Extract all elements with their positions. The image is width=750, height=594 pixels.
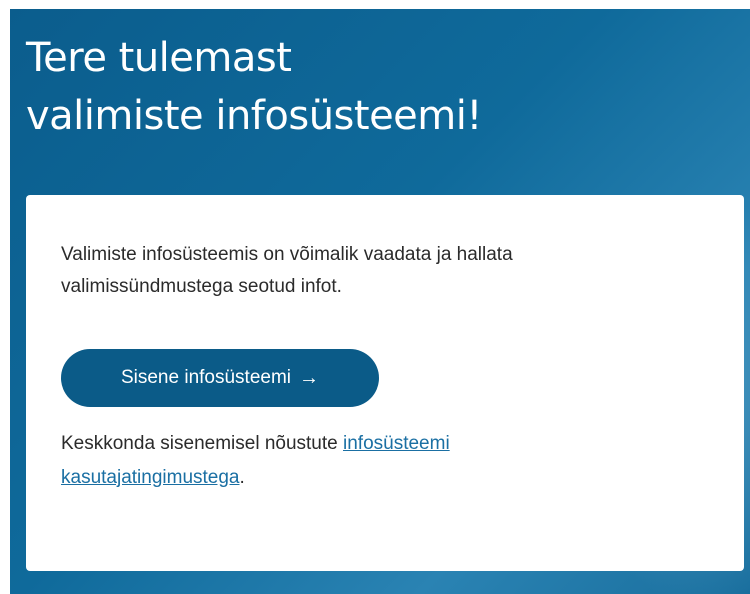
- page-title-line-2: valimiste infosüsteemi!: [26, 93, 482, 139]
- terms-suffix: .: [239, 467, 245, 488]
- intro-text: Valimiste infosüsteemis on võimalik vaad…: [61, 244, 513, 297]
- page-title: Tere tulemast valimiste infosüsteemi!: [26, 29, 482, 145]
- welcome-panel: Tere tulemast valimiste infosüsteemi! Va…: [10, 9, 750, 594]
- info-card: Valimiste infosüsteemis on võimalik vaad…: [26, 195, 744, 571]
- arrow-right-icon: →: [299, 367, 320, 389]
- enter-system-button-label: Sisene infosüsteemi: [120, 367, 292, 388]
- terms-notice: Keskkonda sisenemisel nõustute infosüste…: [61, 427, 621, 495]
- page-title-line-1: Tere tulemast: [26, 35, 292, 81]
- terms-prefix: Keskkonda sisenemisel nõustute: [61, 433, 343, 454]
- enter-system-button[interactable]: Sisene infosüsteemi →: [61, 349, 379, 407]
